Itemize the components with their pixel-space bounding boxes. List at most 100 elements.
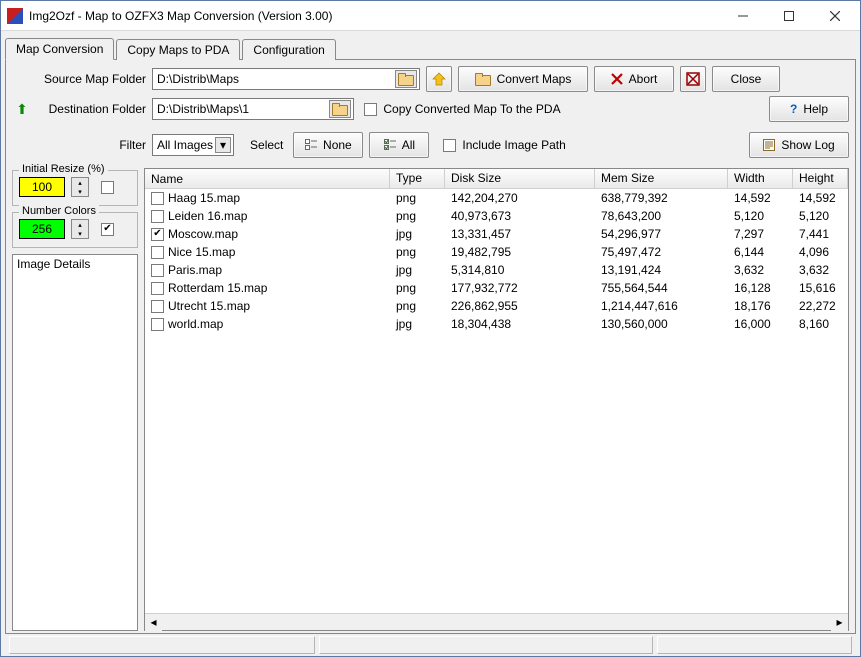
tab-strip: Map Conversion Copy Maps to PDA Configur… [5,35,856,59]
select-label: Select [250,138,283,152]
browse-dest-button[interactable] [329,100,351,118]
dest-folder-field[interactable] [152,98,354,120]
unchecked-list-icon [305,139,317,151]
cell-name: Paris.map [168,263,222,277]
close-button[interactable]: Close [712,66,780,92]
cell-type: jpg [390,262,445,278]
cell-width: 3,632 [728,262,793,278]
folder-icon [398,73,414,85]
tab-copy-to-pda[interactable]: Copy Maps to PDA [116,39,240,60]
cell-name: Haag 15.map [168,191,240,205]
dest-folder-input[interactable] [155,101,329,117]
initial-resize-input[interactable] [19,177,65,197]
grid-body[interactable]: Haag 15.mappng142,204,270638,779,39214,5… [145,189,848,613]
abort-button[interactable]: Abort [594,66,674,92]
status-bar [5,634,856,656]
row-checkbox[interactable]: ✔ [151,228,164,241]
cell-disk: 40,973,673 [445,208,595,224]
convert-maps-button[interactable]: Convert Maps [458,66,588,92]
resize-spinner[interactable]: ▴▾ [71,177,89,197]
show-log-button[interactable]: Show Log [749,132,849,158]
number-colors-group: Number Colors ▴▾ ✔ [12,212,138,248]
col-height[interactable]: Height [793,169,848,188]
scroll-left-button[interactable]: ◂ [145,614,162,631]
row-checkbox[interactable] [151,318,164,331]
cell-disk: 5,314,810 [445,262,595,278]
none-label: None [323,138,352,152]
number-colors-input[interactable] [19,219,65,239]
row-checkbox[interactable] [151,300,164,313]
table-row[interactable]: Nice 15.mappng19,482,79575,497,4726,1444… [145,243,848,261]
table-row[interactable]: Utrecht 15.mappng226,862,9551,214,447,61… [145,297,848,315]
titlebar: Img2Ozf - Map to OZFX3 Map Conversion (V… [1,1,860,31]
horizontal-scrollbar[interactable]: ◂ ▸ [145,613,848,630]
cell-height: 15,616 [793,280,848,296]
app-window: Img2Ozf - Map to OZFX3 Map Conversion (V… [0,0,861,657]
colors-checkbox[interactable]: ✔ [101,223,114,236]
browse-source-button[interactable] [395,70,417,88]
grid-header: Name Type Disk Size Mem Size Width Heigh… [145,169,848,189]
log-icon [763,139,775,151]
row-checkbox[interactable] [151,246,164,259]
table-row[interactable]: Paris.mapjpg5,314,81013,191,4243,6323,63… [145,261,848,279]
cell-name: Nice 15.map [168,245,235,259]
row-checkbox[interactable] [151,264,164,277]
cell-disk: 18,304,438 [445,316,595,332]
all-label: All [402,138,415,152]
select-none-button[interactable]: None [293,132,363,158]
cell-name: Leiden 16.map [168,209,247,223]
row-checkbox[interactable] [151,282,164,295]
close-x-button[interactable] [680,66,706,92]
top-controls: Source Map Folder Convert Maps Abo [12,66,849,162]
table-row[interactable]: Rotterdam 15.mappng177,932,772755,564,54… [145,279,848,297]
cell-height: 5,120 [793,208,848,224]
filter-label: Filter [38,138,146,152]
help-label: Help [803,102,828,116]
table-row[interactable]: ✔Moscow.mapjpg13,331,45754,296,9777,2977… [145,225,848,243]
cell-type: png [390,244,445,260]
row-checkbox[interactable] [151,210,164,223]
cell-width: 16,128 [728,280,793,296]
select-all-button[interactable]: All [369,132,429,158]
source-folder-input[interactable] [155,71,395,87]
include-path-label: Include Image Path [462,138,565,152]
minimize-button[interactable] [720,1,766,31]
col-disk[interactable]: Disk Size [445,169,595,188]
col-mem[interactable]: Mem Size [595,169,728,188]
client-area: Map Conversion Copy Maps to PDA Configur… [1,31,860,656]
cell-mem: 638,779,392 [595,190,728,206]
scroll-right-button[interactable]: ▸ [831,614,848,631]
cell-mem: 130,560,000 [595,316,728,332]
cell-type: png [390,208,445,224]
folder-icon [475,73,491,85]
image-details-title: Image Details [17,257,133,271]
source-folder-field[interactable] [152,68,420,90]
convert-maps-label: Convert Maps [497,72,572,86]
cell-height: 3,632 [793,262,848,278]
copy-pda-checkbox[interactable] [364,103,377,116]
paste-path-button[interactable] [426,66,452,92]
table-row[interactable]: Haag 15.mappng142,204,270638,779,39214,5… [145,189,848,207]
tab-configuration[interactable]: Configuration [242,39,335,60]
col-type[interactable]: Type [390,169,445,188]
colors-spinner[interactable]: ▴▾ [71,219,89,239]
window-title: Img2Ozf - Map to OZFX3 Map Conversion (V… [29,9,720,23]
maximize-button[interactable] [766,1,812,31]
table-row[interactable]: world.mapjpg18,304,438130,560,00016,0008… [145,315,848,333]
up-parent-button[interactable]: ⬆ [12,101,32,118]
cell-mem: 13,191,424 [595,262,728,278]
help-button[interactable]: ? Help [769,96,849,122]
chevron-down-icon: ▾ [215,137,231,153]
folder-icon [332,103,348,115]
col-width[interactable]: Width [728,169,793,188]
tab-map-conversion[interactable]: Map Conversion [5,38,114,60]
col-name[interactable]: Name [145,169,390,188]
include-path-checkbox[interactable] [443,139,456,152]
table-row[interactable]: Leiden 16.mappng40,973,67378,643,2005,12… [145,207,848,225]
cell-width: 16,000 [728,316,793,332]
row-checkbox[interactable] [151,192,164,205]
cell-width: 18,176 [728,298,793,314]
close-window-button[interactable] [812,1,858,31]
resize-checkbox[interactable] [101,181,114,194]
filter-combo[interactable]: All Images ▾ [152,134,234,156]
